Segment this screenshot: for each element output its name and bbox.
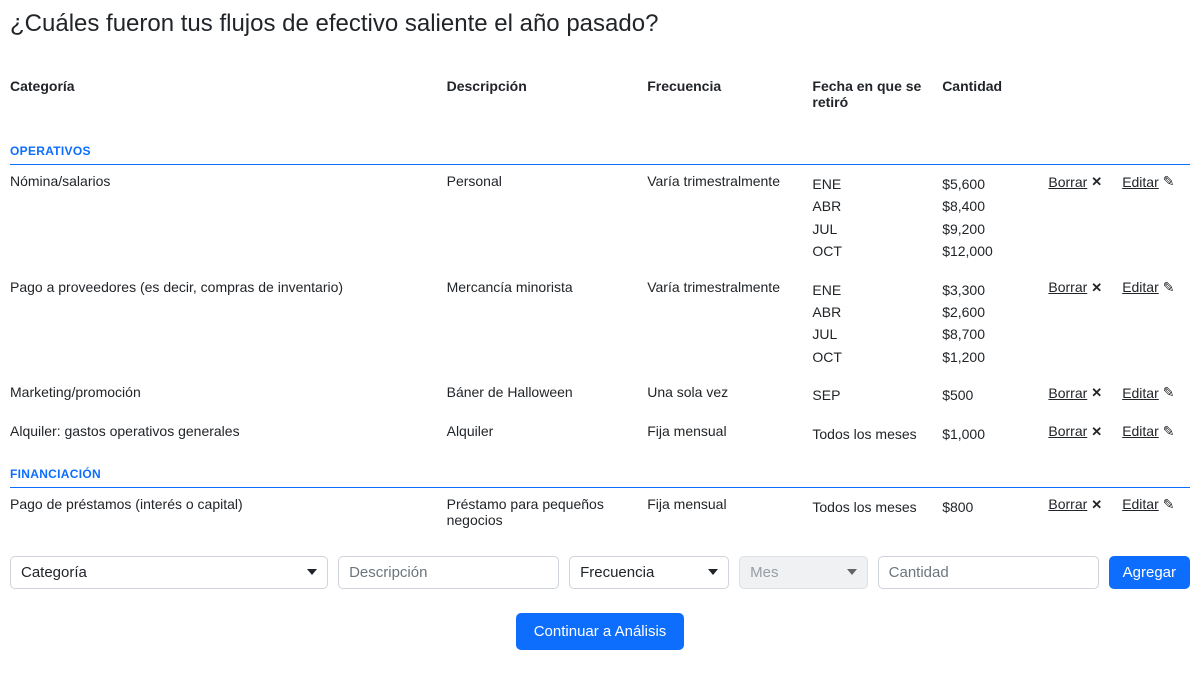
row-frequency: Varía trimestralmente	[647, 271, 812, 377]
row-amounts: $5,600$8,400$9,200$12,000	[942, 165, 1048, 271]
close-icon	[1091, 496, 1102, 513]
page-title: ¿Cuáles fueron tus flujos de efectivo sa…	[10, 10, 1190, 38]
row-description: Préstamo para pequeños negocios	[447, 487, 648, 536]
group-header: FINANCIACIÓN	[10, 453, 1190, 488]
delete-link[interactable]: Borrar	[1048, 423, 1102, 440]
pencil-icon	[1163, 279, 1175, 296]
row-months: ENEABRJULOCT	[812, 271, 942, 377]
row-months: ENEABRJULOCT	[812, 165, 942, 271]
row-category: Nómina/salarios	[10, 165, 447, 271]
table-row: Nómina/salariosPersonalVaría trimestralm…	[10, 165, 1190, 271]
month-select: Mes	[739, 556, 867, 589]
row-frequency: Fija mensual	[647, 415, 812, 453]
col-date-header: Fecha en que se retiró	[812, 68, 942, 130]
row-actions: Borrar Editar	[1048, 165, 1190, 271]
group-header: OPERATIVOS	[10, 130, 1190, 165]
col-amount-header: Cantidad	[942, 68, 1048, 130]
row-actions: Borrar Editar	[1048, 415, 1190, 453]
delete-link[interactable]: Borrar	[1048, 384, 1102, 401]
col-frequency-header: Frecuencia	[647, 68, 812, 130]
row-description: Mercancía minorista	[447, 271, 648, 377]
edit-link[interactable]: Editar	[1122, 173, 1174, 190]
row-months: Todos los meses	[812, 487, 942, 536]
col-description-header: Descripción	[447, 68, 648, 130]
row-amounts: $3,300$2,600$8,700$1,200	[942, 271, 1048, 377]
table-row: Pago a proveedores (es decir, compras de…	[10, 271, 1190, 377]
row-description: Alquiler	[447, 415, 648, 453]
pencil-icon	[1163, 423, 1175, 440]
row-description: Báner de Halloween	[447, 376, 648, 414]
row-category: Pago de préstamos (interés o capital)	[10, 487, 447, 536]
row-amounts: $500	[942, 376, 1048, 414]
continue-button[interactable]: Continuar a Análisis	[516, 613, 685, 650]
edit-link[interactable]: Editar	[1122, 279, 1174, 296]
row-category: Alquiler: gastos operativos generales	[10, 415, 447, 453]
delete-link[interactable]: Borrar	[1048, 496, 1102, 513]
add-entry-form: Categoría Frecuencia Mes Agregar	[10, 556, 1190, 589]
row-amounts: $1,000	[942, 415, 1048, 453]
close-icon	[1091, 384, 1102, 401]
table-row: Marketing/promociónBáner de HalloweenUna…	[10, 376, 1190, 414]
row-frequency: Fija mensual	[647, 487, 812, 536]
delete-link[interactable]: Borrar	[1048, 173, 1102, 190]
pencil-icon	[1163, 173, 1175, 190]
row-frequency: Varía trimestralmente	[647, 165, 812, 271]
close-icon	[1091, 173, 1102, 190]
table-row: Alquiler: gastos operativos generalesAlq…	[10, 415, 1190, 453]
row-frequency: Una sola vez	[647, 376, 812, 414]
edit-link[interactable]: Editar	[1122, 496, 1174, 513]
close-icon	[1091, 279, 1102, 296]
pencil-icon	[1163, 496, 1175, 513]
add-button[interactable]: Agregar	[1109, 556, 1190, 589]
cashflow-table: Categoría Descripción Frecuencia Fecha e…	[10, 68, 1190, 536]
row-months: Todos los meses	[812, 415, 942, 453]
row-actions: Borrar Editar	[1048, 271, 1190, 377]
row-amounts: $800	[942, 487, 1048, 536]
row-category: Pago a proveedores (es decir, compras de…	[10, 271, 447, 377]
delete-link[interactable]: Borrar	[1048, 279, 1102, 296]
frequency-select[interactable]: Frecuencia	[569, 556, 729, 589]
amount-input[interactable]	[878, 556, 1099, 589]
row-months: SEP	[812, 376, 942, 414]
table-header-row: Categoría Descripción Frecuencia Fecha e…	[10, 68, 1190, 130]
row-actions: Borrar Editar	[1048, 487, 1190, 536]
row-category: Marketing/promoción	[10, 376, 447, 414]
edit-link[interactable]: Editar	[1122, 384, 1174, 401]
pencil-icon	[1163, 384, 1175, 401]
edit-link[interactable]: Editar	[1122, 423, 1174, 440]
category-select[interactable]: Categoría	[10, 556, 328, 589]
row-description: Personal	[447, 165, 648, 271]
row-actions: Borrar Editar	[1048, 376, 1190, 414]
table-row: Pago de préstamos (interés o capital)Pré…	[10, 487, 1190, 536]
description-input[interactable]	[338, 556, 559, 589]
close-icon	[1091, 423, 1102, 440]
col-category-header: Categoría	[10, 68, 447, 130]
